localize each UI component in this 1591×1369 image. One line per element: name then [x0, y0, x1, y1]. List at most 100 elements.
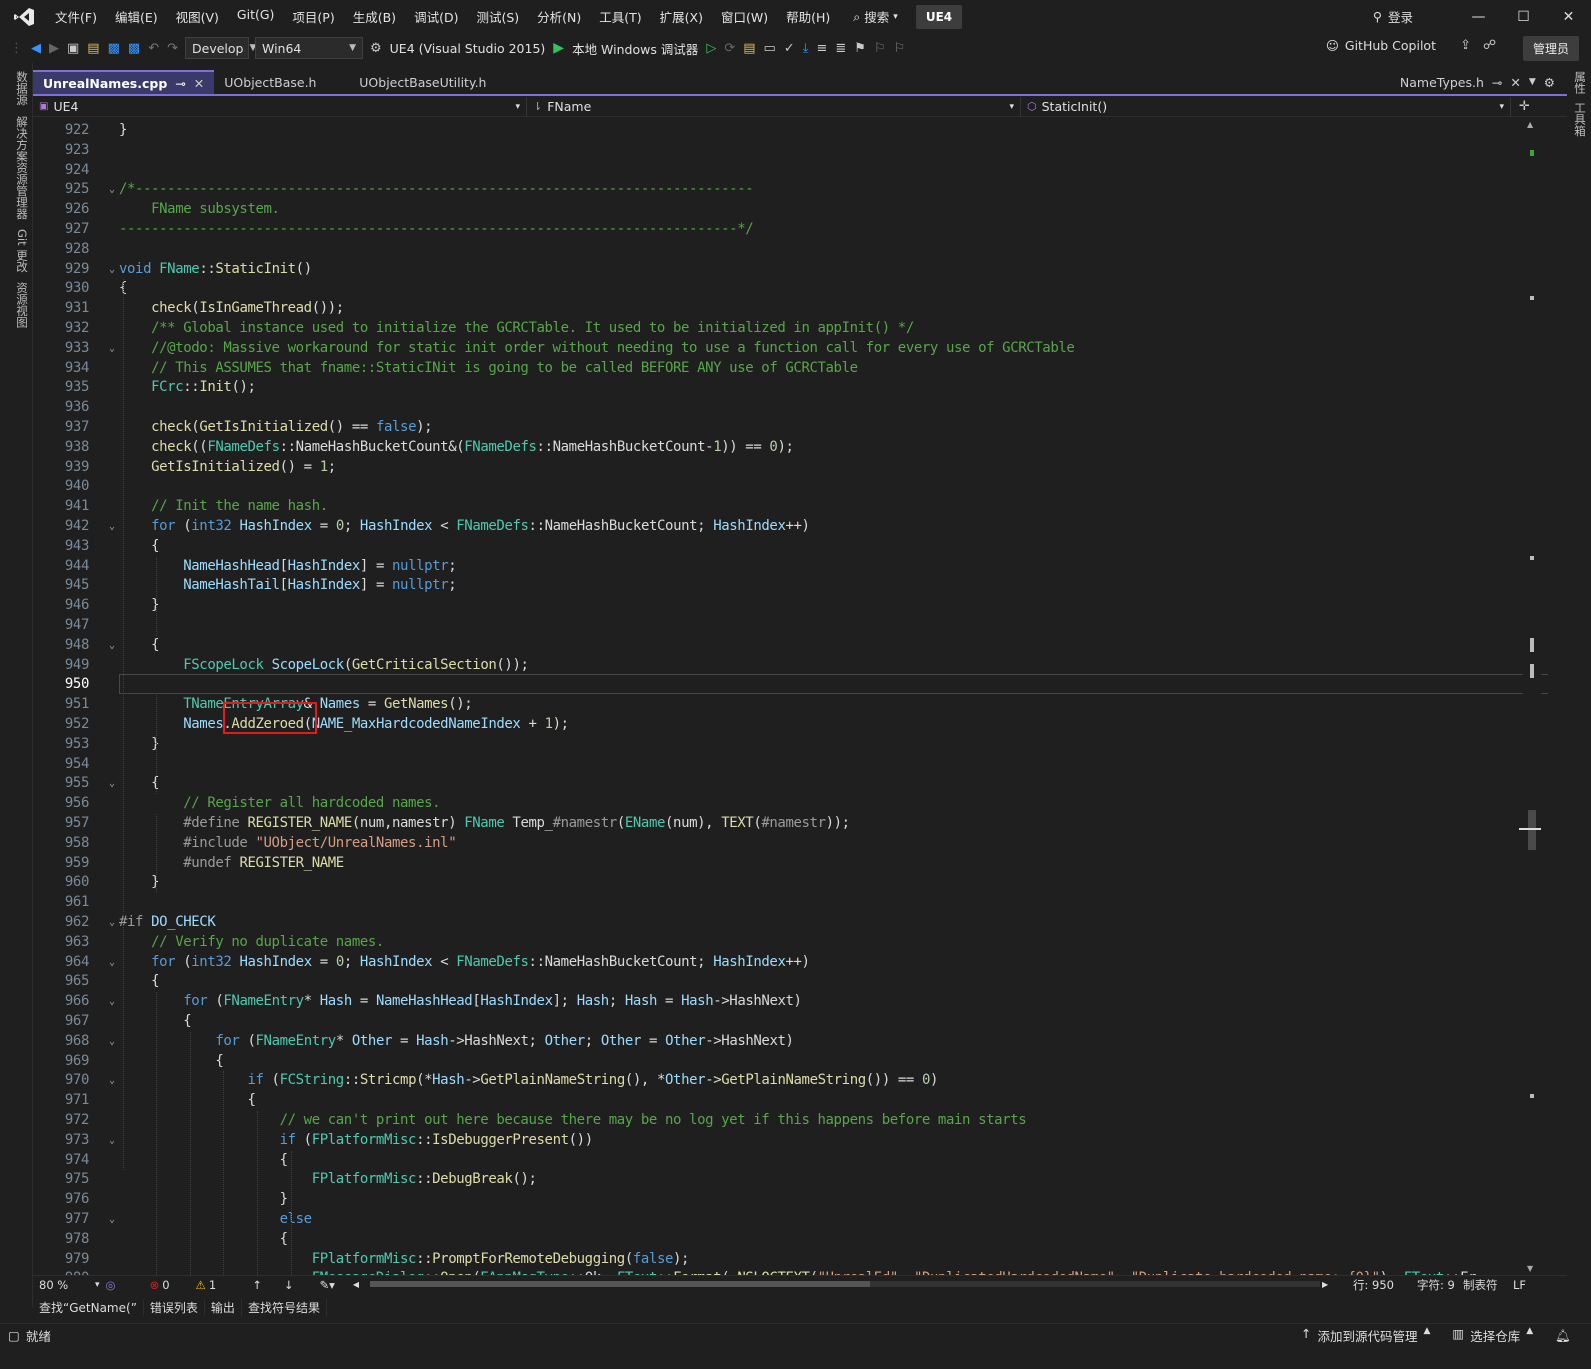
spell-icon[interactable]: ✓	[784, 41, 795, 56]
tab-uobjectbase-h[interactable]: UObjectBase.h	[214, 70, 349, 94]
promote-icon[interactable]: ⊸	[1492, 75, 1502, 90]
menu-item-10[interactable]: 扩展(X)	[651, 7, 712, 26]
menu-item-0[interactable]: 文件(F)	[46, 7, 106, 26]
back-icon[interactable]: ◀	[31, 41, 41, 56]
new-project-icon[interactable]: ▣	[67, 41, 79, 56]
maximize-icon[interactable]: ☐	[1501, 0, 1546, 33]
right-tool-tab-0[interactable]: 属性	[1572, 71, 1588, 94]
horizontal-scroll-thumb[interactable]	[370, 1281, 870, 1287]
search-box[interactable]: ⌕ 搜索 ▾	[853, 7, 898, 26]
scope-dropdown[interactable]: ⇂ FName ▾	[527, 96, 1021, 117]
indent-mode[interactable]: 制表符	[1463, 1277, 1498, 1293]
code-line: 925 ⌄/*----------------------------------…	[48, 180, 1548, 200]
left-tool-tab-2[interactable]: Git 更改	[4, 227, 30, 274]
share-icon[interactable]: ⇪	[1460, 38, 1471, 53]
prev-bookmark-icon[interactable]: ⚐	[874, 41, 886, 56]
start-debugger-button[interactable]: 本地 Windows 调试器	[572, 39, 698, 58]
close-icon[interactable]: ✕	[1546, 0, 1591, 33]
open-folder-icon[interactable]: ▤	[87, 41, 99, 56]
left-tool-tab-3[interactable]: 资源视图	[4, 280, 30, 330]
folder-icon[interactable]: ▤	[743, 41, 755, 56]
menu-item-8[interactable]: 分析(N)	[528, 7, 590, 26]
login-button[interactable]: ⚲ 登录	[1373, 7, 1413, 26]
menu-item-4[interactable]: 项目(P)	[283, 7, 343, 26]
close-tab-icon[interactable]: ✕	[194, 76, 204, 91]
menu-item-2[interactable]: 视图(V)	[167, 7, 228, 26]
forward-icon[interactable]: ▶	[49, 41, 59, 56]
prev-issue-icon[interactable]: ↑	[252, 1278, 262, 1292]
zoom-select[interactable]: 80 %	[39, 1278, 89, 1292]
output-icon[interactable]: ▢	[8, 1328, 20, 1343]
menu-item-12[interactable]: 帮助(H)	[777, 7, 839, 26]
next-bookmark-icon[interactable]: ⚐	[894, 41, 906, 56]
menu-item-1[interactable]: 编辑(E)	[106, 7, 167, 26]
solution-name-badge[interactable]: UE4	[915, 4, 963, 29]
member-dropdown[interactable]: ⬡ StaticInit() ▾	[1021, 96, 1511, 117]
tab-uobjectbaseutility-h[interactable]: UObjectBaseUtility.h	[349, 70, 496, 94]
line-number: 979	[64, 1250, 89, 1267]
code-line: 929 ⌄ void FName::StaticInit()	[48, 260, 1548, 280]
comment-icon[interactable]: ≡	[816, 41, 827, 56]
line-number: 976	[64, 1191, 89, 1208]
window-icon[interactable]: ▭	[764, 41, 776, 56]
error-count[interactable]: ⊗ 0	[150, 1278, 170, 1292]
bottom-tab-3[interactable]: 查找符号结果	[242, 1298, 327, 1316]
bottom-tab-2[interactable]: 输出	[205, 1298, 242, 1316]
feedback-icon[interactable]: ☍	[1483, 38, 1496, 53]
warning-count[interactable]: ⚠ 1	[196, 1278, 217, 1292]
code-cleanup-icon[interactable]: ✎▾	[319, 1278, 334, 1292]
startup-project-select[interactable]: UE4 (Visual Studio 2015)	[390, 41, 546, 56]
menu-item-5[interactable]: 生成(B)	[344, 7, 405, 26]
save-all-icon[interactable]: ▩	[128, 41, 140, 56]
scroll-right-icon[interactable]: ▶	[1322, 1280, 1328, 1289]
step-into-icon[interactable]: ⤓	[803, 41, 809, 56]
code-editor[interactable]: 922} 923 924 925 ⌄/*------------------------…	[48, 118, 1548, 1275]
horizontal-scrollbar[interactable]	[370, 1281, 1320, 1287]
right-tool-tab-1[interactable]: 工具箱	[1572, 102, 1588, 137]
uncomment-icon[interactable]: ≣	[835, 41, 846, 56]
menu-item-3[interactable]: Git(G)	[228, 7, 284, 26]
scroll-up-icon[interactable]: ▲	[1527, 120, 1533, 129]
github-copilot-button[interactable]: ☺ GitHub Copilot	[1326, 38, 1436, 53]
save-icon[interactable]: ▩	[108, 41, 120, 56]
solution-config-select[interactable]: Develop ▼	[185, 37, 256, 59]
settings-gear-icon[interactable]: ⚙	[1544, 75, 1555, 90]
bottom-tab-0[interactable]: 查找“GetName(”	[33, 1298, 144, 1316]
tab-unrealnames-cpp[interactable]: UnrealNames.cpp ⊸ ✕	[33, 70, 215, 94]
add-to-source-control-button[interactable]: ↑ 添加到源代码管理 ▲	[1301, 1326, 1430, 1345]
select-repository-button[interactable]: ▥ 选择仓库 ▲	[1452, 1326, 1533, 1345]
pin-icon[interactable]: ⊸	[175, 76, 185, 91]
scrollbar-thumb[interactable]	[1528, 810, 1536, 850]
column-indicator[interactable]: 字符: 9	[1417, 1277, 1455, 1293]
left-tool-tab-1[interactable]: 解决方案资源管理器	[4, 114, 30, 222]
bookmark-icon[interactable]: ⚑	[854, 41, 866, 56]
left-tool-tab-0[interactable]: 数据源	[4, 69, 30, 108]
chevron-down-icon[interactable]: ▾	[95, 1280, 100, 1290]
line-indicator[interactable]: 行: 950	[1353, 1277, 1394, 1293]
menu-item-9[interactable]: 工具(T)	[590, 7, 650, 26]
menu-item-6[interactable]: 调试(D)	[405, 7, 467, 26]
hot-reload-icon[interactable]: ⟳	[724, 41, 735, 56]
vertical-scrollbar[interactable]: ▲ ▼	[1519, 118, 1541, 1275]
next-issue-icon[interactable]: ↓	[284, 1278, 294, 1292]
project-dropdown[interactable]: ▣ UE4 ▾	[33, 96, 527, 117]
close-tab-icon[interactable]: ✕	[1510, 75, 1520, 90]
minimize-icon[interactable]: —	[1456, 0, 1501, 33]
bottom-tab-1[interactable]: 错误列表	[144, 1298, 205, 1316]
intellicode-icon[interactable]: ◎	[106, 1278, 116, 1292]
menu-item-7[interactable]: 测试(S)	[467, 7, 528, 26]
tab-nametypes-h[interactable]: NameTypes.h	[1400, 75, 1484, 90]
tab-list-dropdown-icon[interactable]: ▼	[1529, 77, 1536, 87]
menu-item-11[interactable]: 窗口(W)	[712, 7, 777, 26]
undo-icon[interactable]: ↶	[148, 41, 159, 56]
scroll-down-icon[interactable]: ▼	[1527, 1264, 1533, 1273]
notifications-icon[interactable]: 🔔︎	[1555, 1328, 1571, 1344]
redo-icon[interactable]: ↷	[167, 41, 178, 56]
play-icon[interactable]: ▶	[553, 40, 564, 56]
solution-platform-select[interactable]: Win64 ▼	[255, 37, 363, 59]
grip-icon: ⋮	[10, 40, 23, 56]
split-icon[interactable]: ✛	[1519, 99, 1530, 114]
line-ending[interactable]: LF	[1513, 1278, 1526, 1292]
start-without-debugging-icon[interactable]: ▷	[706, 41, 716, 56]
scroll-left-icon[interactable]: ◀	[353, 1280, 359, 1289]
